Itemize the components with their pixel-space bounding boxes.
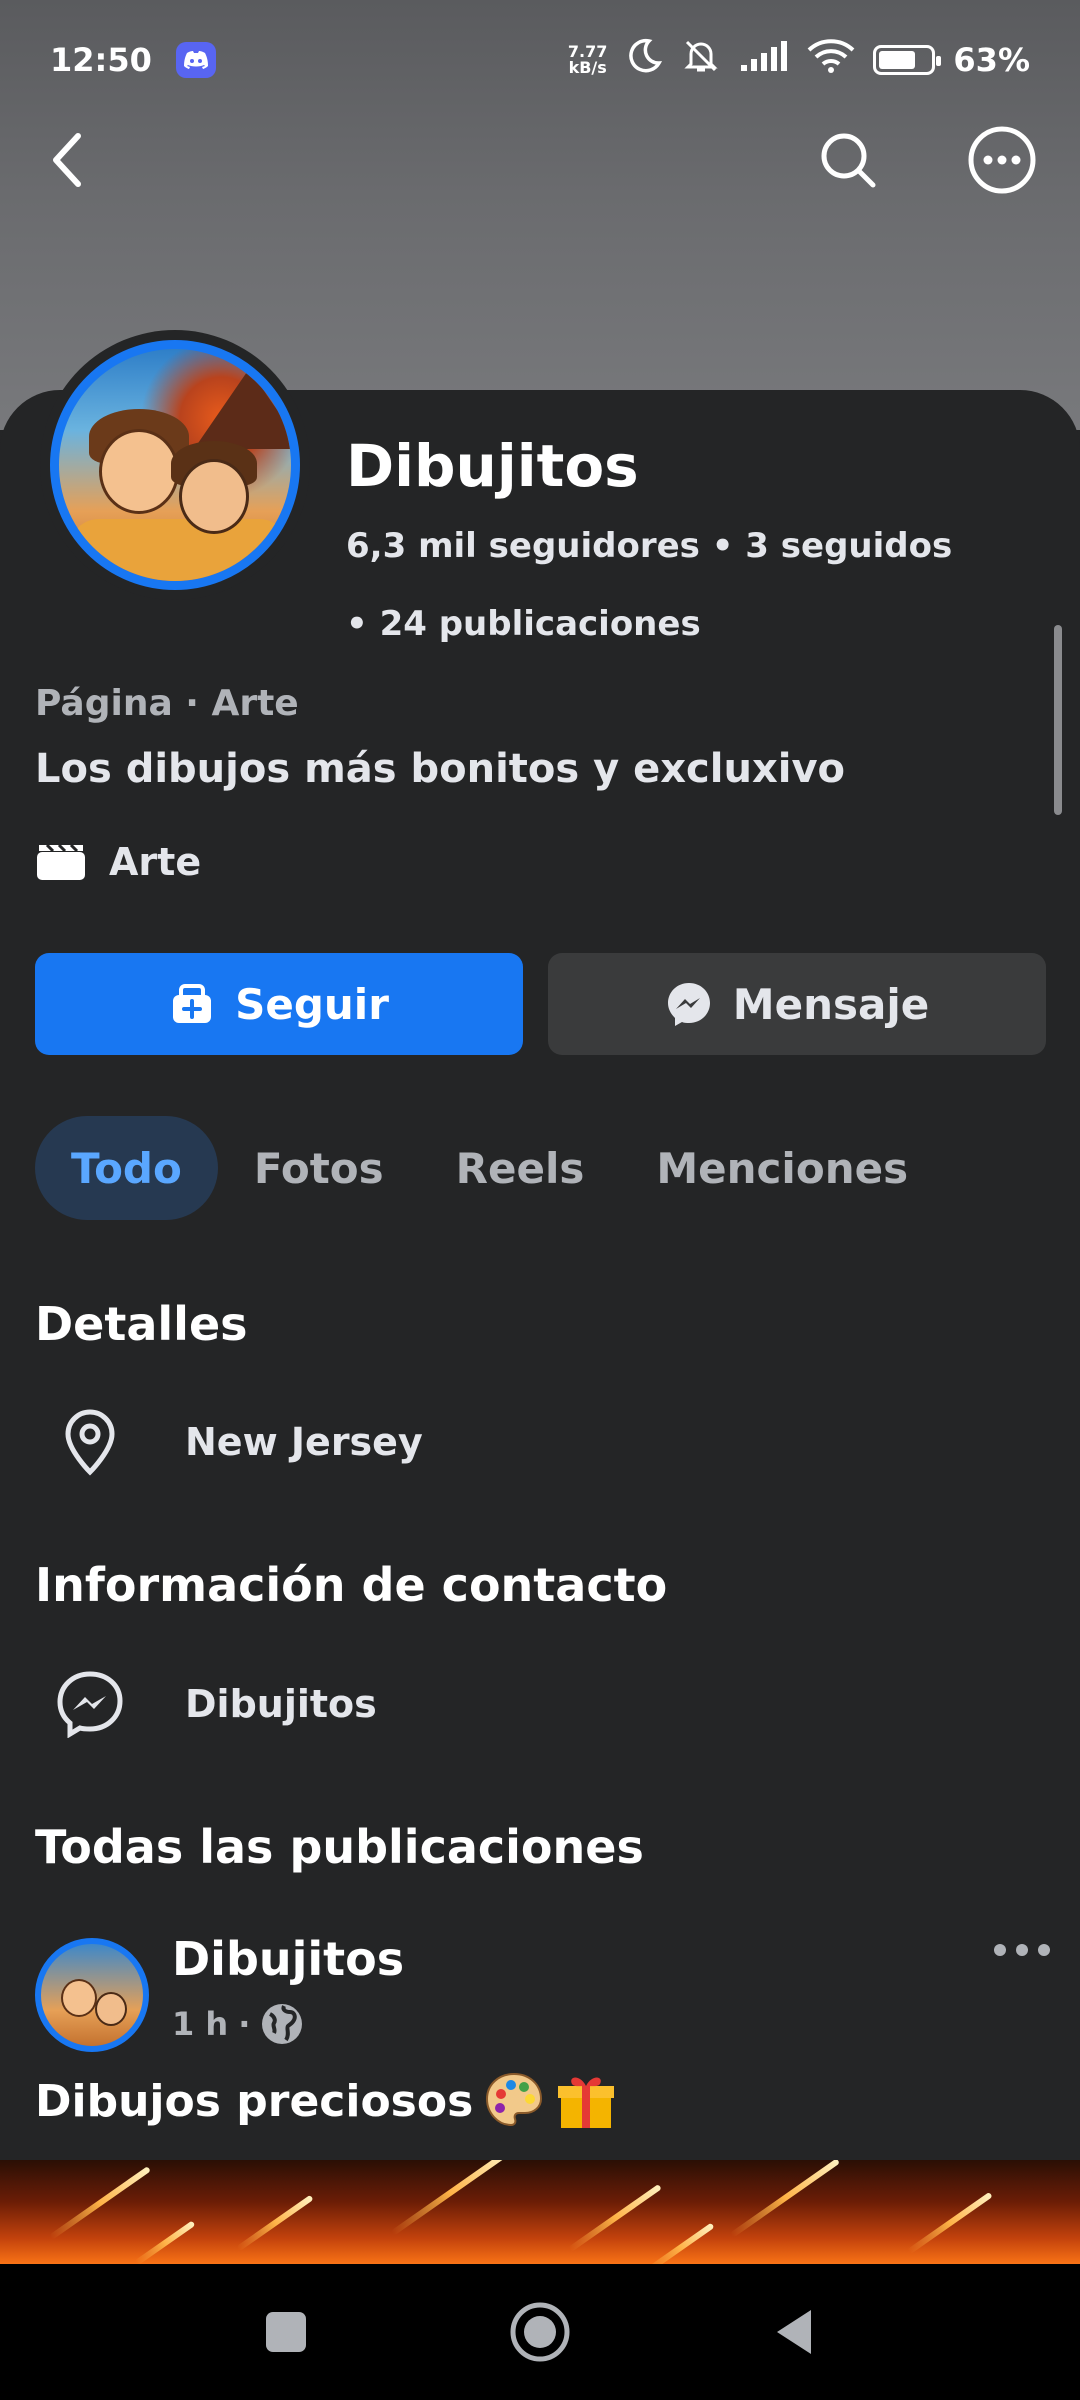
wifi-icon (807, 38, 855, 82)
profile-tabs: Todo Fotos Reels Menciones (35, 1116, 944, 1220)
discord-icon (175, 42, 216, 78)
gift-icon (558, 2077, 615, 2128)
post-time[interactable]: 1 h (172, 2005, 228, 2043)
post-image[interactable] (0, 2160, 1080, 2264)
avatar-image (50, 340, 300, 590)
location-pin-icon (65, 1409, 115, 1476)
follow-button[interactable]: Seguir (35, 953, 523, 1055)
system-back-button[interactable] (771, 2306, 817, 2358)
signal-icon (739, 39, 789, 81)
search-button[interactable] (808, 120, 888, 200)
category-tag-label: Arte (109, 840, 202, 884)
post-text-content: Dibujos preciosos (35, 2075, 474, 2127)
globe-icon (262, 2004, 303, 2044)
messenger-icon (667, 983, 710, 1026)
network-speed-unit: kB/s (568, 58, 607, 77)
palette-icon (486, 2072, 543, 2127)
home-button[interactable] (509, 2301, 571, 2363)
tab-reels[interactable]: Reels (420, 1116, 621, 1220)
system-navigation-bar (0, 2264, 1080, 2400)
status-time: 12:50 (50, 41, 152, 79)
post-author-avatar[interactable] (35, 1938, 149, 2052)
recent-apps-button[interactable] (263, 2309, 309, 2355)
post-author-name[interactable]: Dibujitos (172, 1932, 404, 1986)
battery-percent: 63% (953, 41, 1030, 79)
status-bar: 12:50 7.77 kB/s 63% (0, 0, 1080, 120)
profile-avatar[interactable] (40, 330, 310, 600)
follow-icon (173, 984, 212, 1023)
top-navigation (0, 110, 1080, 210)
post-meta-separator: · (238, 2005, 251, 2043)
bell-muted-icon (681, 36, 721, 84)
clapperboard-icon (37, 843, 85, 880)
search-icon (821, 133, 876, 188)
tab-todo[interactable]: Todo (35, 1116, 218, 1220)
location-text: New Jersey (185, 1420, 423, 1464)
network-speed: 7.77 kB/s (568, 44, 607, 76)
contact-heading: Información de contacto (35, 1558, 668, 1612)
category-tag: Arte (35, 840, 201, 884)
tab-fotos[interactable]: Fotos (218, 1116, 420, 1220)
messenger-outline-icon (57, 1671, 123, 1738)
all-posts-heading: Todas las publicaciones (35, 1820, 644, 1874)
moon-icon (625, 37, 663, 83)
post-text: Dibujos preciosos (35, 2070, 617, 2132)
post-meta: 1 h · (172, 2002, 304, 2046)
battery-icon (873, 45, 942, 75)
message-button[interactable]: Mensaje (548, 953, 1046, 1055)
page-name: Dibujitos (346, 432, 639, 500)
post-count: • 24 publicaciones (346, 604, 701, 644)
location-row[interactable]: New Jersey (55, 1408, 423, 1476)
post-more-button[interactable] (992, 1940, 1052, 1964)
tab-menciones[interactable]: Menciones (620, 1116, 944, 1220)
more-horizontal-icon (994, 1944, 1050, 1956)
page-bio: Los dibujos más bonitos y excluxivo (35, 746, 846, 792)
more-options-button[interactable] (962, 120, 1042, 200)
chevron-left-icon (53, 133, 81, 187)
messenger-contact-text: Dibujitos (185, 1682, 377, 1726)
page-category: Página · Arte (35, 683, 299, 724)
battery-fill (879, 51, 915, 69)
details-heading: Detalles (35, 1297, 248, 1351)
back-button[interactable] (28, 120, 108, 200)
more-horizontal-icon (968, 126, 1036, 194)
messenger-contact-row[interactable]: Dibujitos (55, 1670, 377, 1738)
scrollbar[interactable] (1054, 625, 1062, 815)
follower-stats[interactable]: 6,3 mil seguidores • 3 seguidos (346, 526, 952, 566)
message-label: Mensaje (732, 979, 930, 1029)
follow-label: Seguir (235, 979, 389, 1029)
